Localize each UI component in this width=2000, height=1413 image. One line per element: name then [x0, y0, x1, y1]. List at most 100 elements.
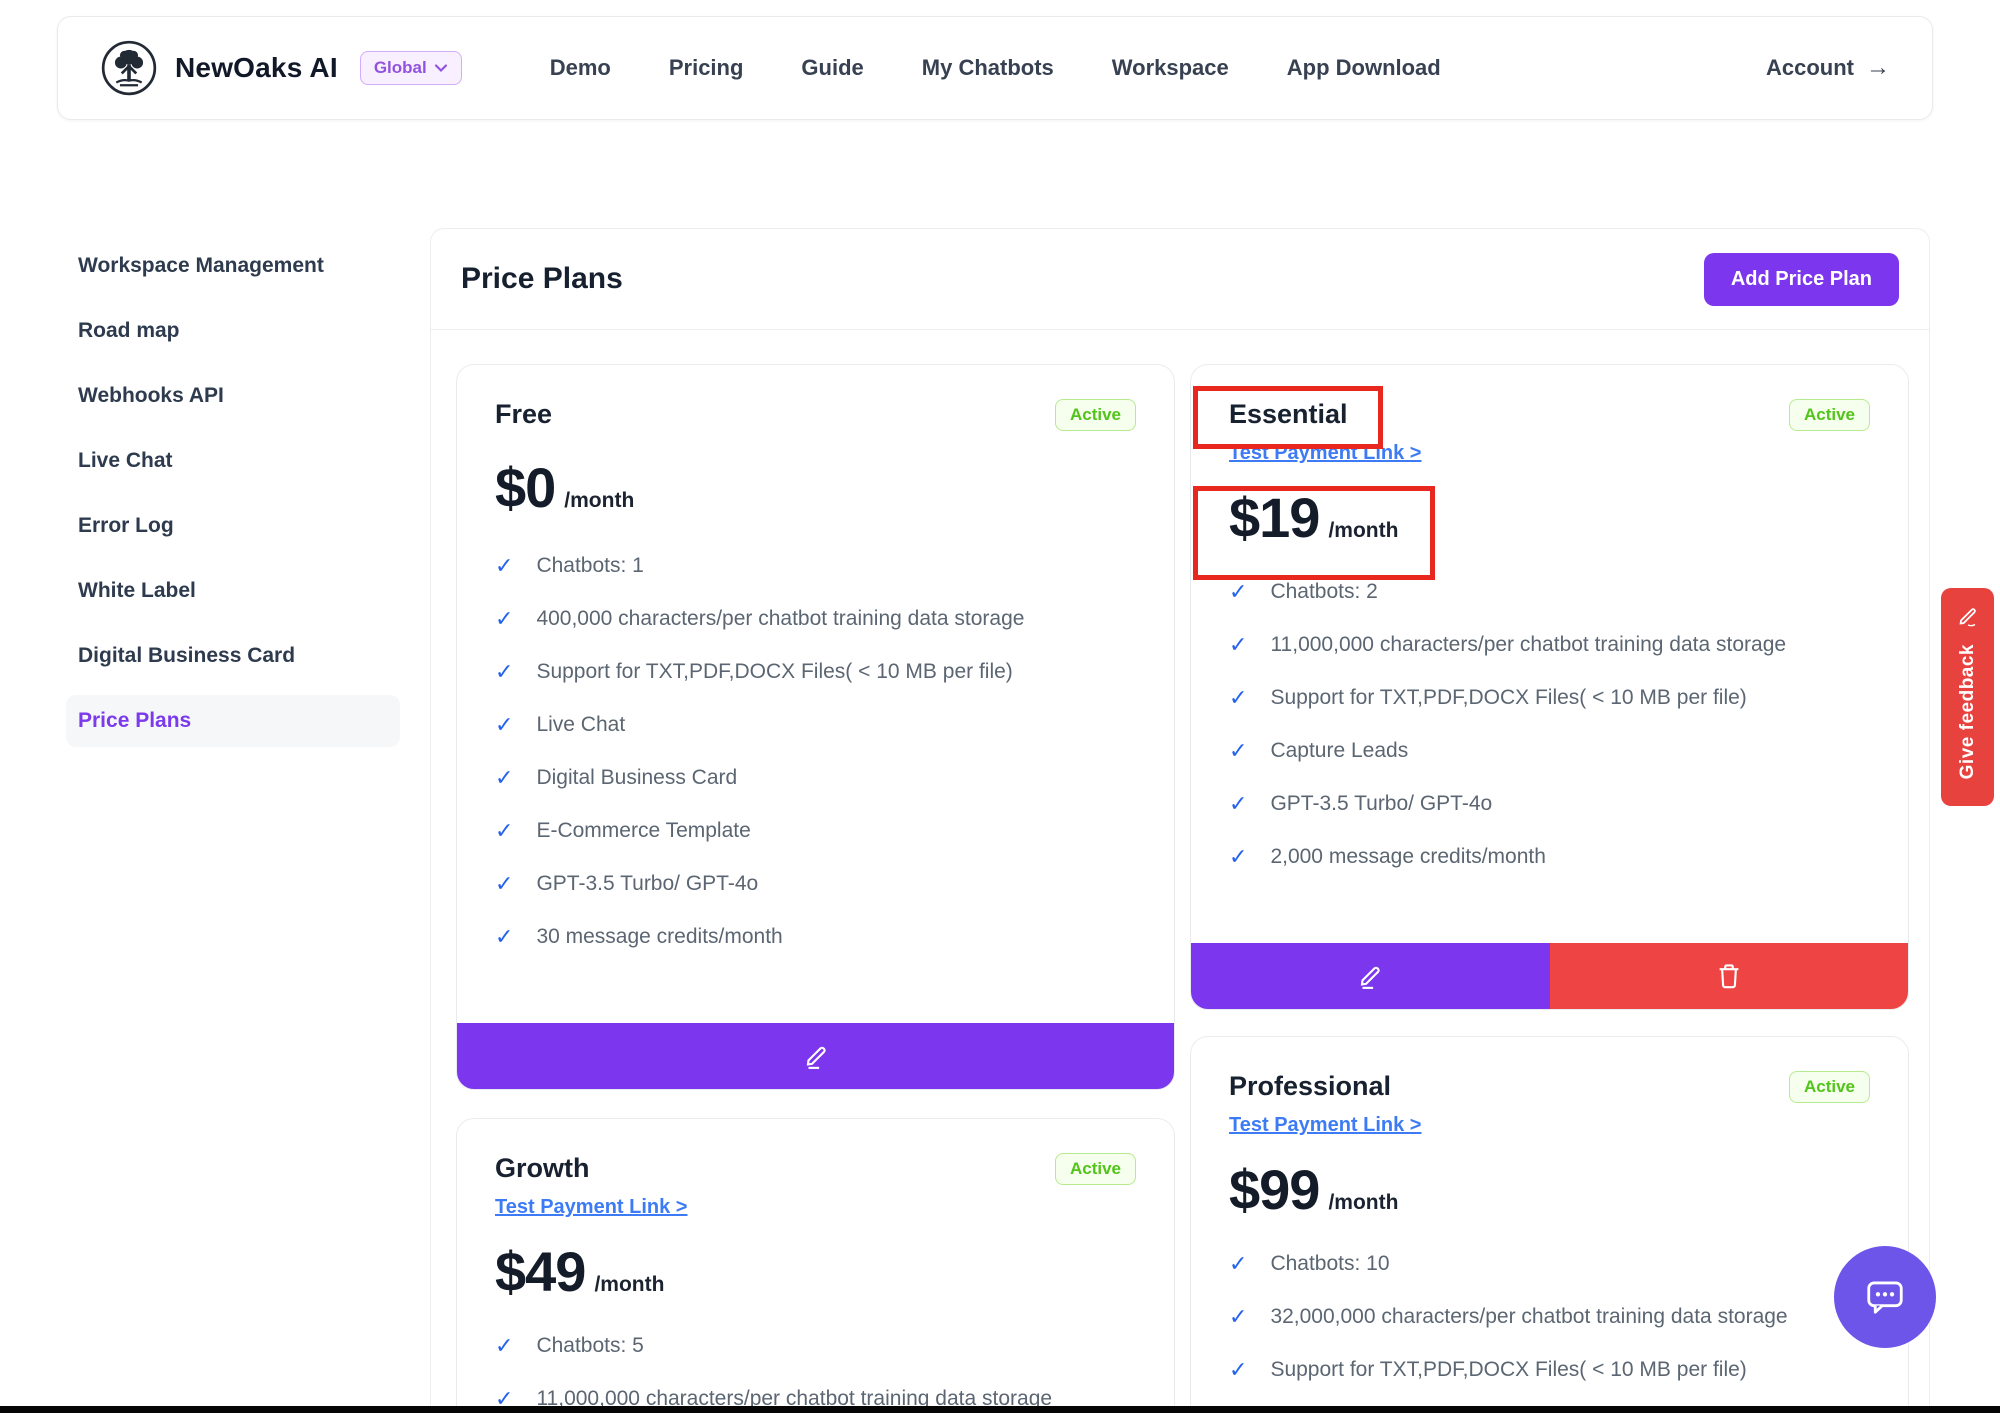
feature-item: ✓ Capture Leads [1229, 739, 1870, 763]
feature-text: GPT-3.5 Turbo/ GPT-4o [1270, 792, 1492, 816]
feature-text: Support for TXT,PDF,DOCX Files( < 10 MB … [1270, 1358, 1746, 1382]
nav-guide[interactable]: Guide [801, 55, 863, 81]
edit-plan-button[interactable] [457, 1023, 1174, 1089]
account-menu[interactable]: Account → [1766, 55, 1890, 81]
nav-app-download[interactable]: App Download [1287, 55, 1441, 81]
feature-item: ✓ Support for TXT,PDF,DOCX Files( < 10 M… [1229, 1358, 1870, 1382]
card-actions [1191, 943, 1908, 1009]
feature-list: ✓ Chatbots: 5 ✓ 11,000,000 characters/pe… [495, 1334, 1136, 1413]
feature-text: 32,000,000 characters/per chatbot traini… [1270, 1305, 1787, 1329]
plan-period: /month [564, 489, 634, 513]
feature-text: Chatbots: 1 [536, 554, 643, 578]
feature-item: ✓ Chatbots: 1 [495, 554, 1136, 578]
test-payment-link[interactable]: Test Payment Link > [495, 1196, 687, 1219]
sidebar-item-live-chat[interactable]: Live Chat [66, 435, 400, 487]
check-icon: ✓ [1229, 1305, 1247, 1329]
nav-workspace[interactable]: Workspace [1112, 55, 1229, 81]
account-label: Account [1766, 55, 1854, 81]
chat-bubble-icon [1859, 1271, 1911, 1323]
give-feedback-tab[interactable]: Give feedback [1941, 588, 1994, 806]
check-icon: ✓ [1229, 845, 1247, 869]
check-icon: ✓ [1229, 1358, 1247, 1382]
sidebar-item-digital-business-card[interactable]: Digital Business Card [66, 630, 400, 682]
sidebar-item-error-log[interactable]: Error Log [66, 500, 400, 552]
feature-text: 30 message credits/month [536, 925, 782, 949]
check-icon: ✓ [495, 660, 513, 684]
sidebar-item-price-plans[interactable]: Price Plans [66, 695, 400, 747]
feature-list: ✓ Chatbots: 2 ✓ 11,000,000 characters/pe… [1229, 580, 1870, 898]
top-navbar: NewOaks AI Global Demo Pricing Guide My … [57, 16, 1933, 120]
screenshot-bottom-edge [0, 1406, 2000, 1413]
test-payment-link[interactable]: Test Payment Link > [1229, 1114, 1421, 1137]
page-title: Price Plans [461, 262, 623, 296]
status-badge: Active [1789, 399, 1870, 431]
sidebar-item-white-label[interactable]: White Label [66, 565, 400, 617]
feature-text: 11,000,000 characters/per chatbot traini… [1270, 633, 1786, 657]
feature-text: E-Commerce Template [536, 819, 750, 843]
feature-text: Support for TXT,PDF,DOCX Files( < 10 MB … [536, 660, 1012, 684]
delete-plan-button[interactable] [1550, 943, 1909, 1009]
main-nav: Demo Pricing Guide My Chatbots Workspace… [550, 55, 1441, 81]
give-feedback-label: Give feedback [1957, 644, 1979, 779]
feature-item: ✓ 400,000 characters/per chatbot trainin… [495, 607, 1136, 631]
sidebar-item-webhooks-api[interactable]: Webhooks API [66, 370, 400, 422]
check-icon: ✓ [495, 607, 513, 631]
status-badge: Active [1055, 399, 1136, 431]
check-icon: ✓ [1229, 792, 1247, 816]
check-icon: ✓ [495, 1334, 513, 1358]
sidebar: Workspace Management Road map Webhooks A… [66, 240, 400, 760]
plan-card-professional: Professional Active Test Payment Link > … [1190, 1036, 1909, 1413]
feature-item: ✓ GPT-3.5 Turbo/ GPT-4o [495, 872, 1136, 896]
pencil-icon [801, 1041, 831, 1071]
feature-text: 2,000 message credits/month [1270, 845, 1545, 869]
nav-pricing[interactable]: Pricing [669, 55, 744, 81]
trash-icon [1714, 961, 1744, 991]
feature-text: Chatbots: 2 [1270, 580, 1377, 604]
region-label: Global [374, 58, 427, 78]
card-actions [457, 1023, 1174, 1089]
feature-text: Digital Business Card [536, 766, 737, 790]
chevron-down-icon [434, 63, 448, 73]
newoaks-tree-logo-icon [100, 39, 158, 97]
check-icon: ✓ [495, 872, 513, 896]
feature-text: Support for TXT,PDF,DOCX Files( < 10 MB … [1270, 686, 1746, 710]
add-price-plan-button[interactable]: Add Price Plan [1704, 253, 1899, 306]
feature-text: Live Chat [536, 713, 625, 737]
check-icon: ✓ [1229, 686, 1247, 710]
plan-name: Essential [1229, 399, 1348, 430]
plan-card-growth: Growth Active Test Payment Link > $49 /m… [456, 1118, 1175, 1413]
sidebar-item-road-map[interactable]: Road map [66, 305, 400, 357]
chat-widget-button[interactable] [1834, 1246, 1936, 1348]
plan-name: Professional [1229, 1071, 1391, 1102]
test-payment-link[interactable]: Test Payment Link > [1229, 442, 1421, 465]
status-badge: Active [1055, 1153, 1136, 1185]
check-icon: ✓ [1229, 1252, 1247, 1276]
plan-name: Growth [495, 1153, 590, 1184]
status-badge: Active [1789, 1071, 1870, 1103]
feature-text: GPT-3.5 Turbo/ GPT-4o [536, 872, 758, 896]
nav-my-chatbots[interactable]: My Chatbots [922, 55, 1054, 81]
panel-header: Price Plans Add Price Plan [431, 229, 1929, 330]
check-icon: ✓ [495, 925, 513, 949]
plan-card-essential: Essential Active Test Payment Link > $19… [1190, 364, 1909, 1010]
nav-demo[interactable]: Demo [550, 55, 611, 81]
check-icon: ✓ [495, 713, 513, 737]
feature-text: Chatbots: 5 [536, 1334, 643, 1358]
feature-list: ✓ Chatbots: 10 ✓ 32,000,000 characters/p… [1229, 1252, 1870, 1411]
region-selector[interactable]: Global [360, 51, 462, 85]
edit-plan-button[interactable] [1191, 943, 1550, 1009]
plan-name: Free [495, 399, 552, 430]
plan-period: /month [1328, 519, 1398, 543]
sidebar-item-workspace-management[interactable]: Workspace Management [66, 240, 400, 292]
feature-list: ✓ Chatbots: 1 ✓ 400,000 characters/per c… [495, 554, 1136, 978]
feature-item: ✓ 11,000,000 characters/per chatbot trai… [1229, 633, 1870, 657]
arrow-right-icon: → [1866, 56, 1890, 80]
feature-text: Capture Leads [1270, 739, 1408, 763]
feature-item: ✓ Digital Business Card [495, 766, 1136, 790]
pencil-icon [1956, 604, 1980, 628]
feature-item: ✓ 30 message credits/month [495, 925, 1136, 949]
plan-price: $19 [1229, 485, 1319, 550]
plan-price: $99 [1229, 1157, 1319, 1222]
plan-period: /month [594, 1273, 664, 1297]
page: NewOaks AI Global Demo Pricing Guide My … [0, 0, 2000, 1413]
